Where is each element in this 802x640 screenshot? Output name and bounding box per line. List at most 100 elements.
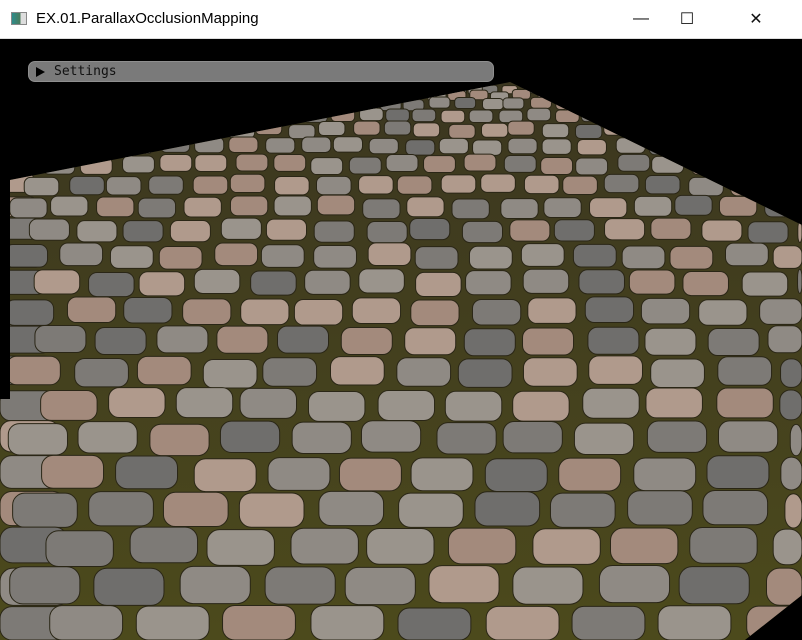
cobblestone <box>732 99 755 112</box>
cobblestone <box>615 137 646 154</box>
maximize-button[interactable]: ☐ <box>664 0 710 38</box>
cobblestone <box>465 270 512 296</box>
cobblestone <box>45 530 114 567</box>
cobblestone <box>60 90 80 101</box>
render-viewport[interactable]: Settings <box>0 39 802 640</box>
settings-panel-header[interactable]: Settings <box>28 61 494 82</box>
cobblestone <box>772 528 802 566</box>
cobblestone <box>778 84 795 94</box>
cobblestone <box>44 109 69 123</box>
cobblestone <box>502 97 525 110</box>
cobblestone <box>238 492 305 528</box>
cobblestone <box>156 325 209 354</box>
cobblestone <box>179 565 251 605</box>
cobblestone <box>474 491 541 527</box>
cobblestone <box>0 122 27 138</box>
cobblestone <box>229 173 266 194</box>
cobblestone <box>630 86 647 96</box>
cobblestone <box>764 196 802 218</box>
cobblestone <box>772 245 802 269</box>
cobblestone <box>701 219 743 242</box>
cobblestone <box>657 605 732 640</box>
cobblestone <box>0 138 30 155</box>
cobblestone <box>575 157 609 176</box>
cobblestone <box>451 198 490 220</box>
cobblestone <box>541 138 572 155</box>
close-button[interactable]: ✕ <box>710 0 802 38</box>
cobblestone <box>185 107 210 121</box>
cobblestone <box>760 84 777 94</box>
cobblestone <box>300 84 318 94</box>
cobblestone <box>340 326 393 355</box>
cobblestone <box>131 85 148 95</box>
cobblestone <box>582 387 640 419</box>
cobblestone <box>175 387 234 419</box>
cobblestone <box>648 138 679 156</box>
cobblestone <box>34 324 87 354</box>
cobblestone <box>629 95 652 108</box>
cobblestone <box>667 121 695 137</box>
cobblestone <box>580 98 603 111</box>
cobblestone <box>107 96 130 109</box>
cobblestone <box>23 176 60 197</box>
cobblestone <box>219 420 281 454</box>
cobblestone <box>727 155 761 174</box>
cobblestone <box>313 244 357 269</box>
cobblestone <box>358 175 394 195</box>
cobblestone <box>698 299 748 326</box>
cobblestone <box>716 387 774 419</box>
cobblestone <box>220 217 262 240</box>
cobblestone <box>160 136 191 153</box>
cobblestone <box>751 87 771 99</box>
cobblestone <box>108 387 166 419</box>
cobblestone <box>129 526 199 564</box>
cobblestone <box>461 220 503 244</box>
cobblestone <box>137 197 177 219</box>
cobblestone <box>193 268 241 295</box>
cobblestone <box>66 120 95 136</box>
cobblestone <box>211 89 231 101</box>
minimize-button[interactable]: — <box>618 0 664 38</box>
cobblestone <box>202 359 258 389</box>
cobblestone <box>40 84 58 94</box>
cobblestone <box>79 156 113 175</box>
cobblestone <box>7 423 68 456</box>
cobblestone <box>587 326 640 355</box>
cobblestone <box>16 110 42 124</box>
cobblestone <box>650 217 692 240</box>
cobblestone <box>674 194 713 216</box>
cobblestone <box>332 136 363 153</box>
cobblestone <box>241 108 267 122</box>
cobblestone <box>9 197 48 219</box>
cobblestone <box>779 389 802 421</box>
cobblestone <box>731 88 751 100</box>
cobblestone <box>780 456 802 491</box>
cobblestone <box>366 528 435 565</box>
cobblestone <box>138 271 186 297</box>
cobblestone <box>755 108 781 122</box>
cobblestone <box>93 567 165 606</box>
cobblestone <box>134 121 162 137</box>
cobblestone <box>94 327 147 356</box>
cobblestone <box>423 155 456 174</box>
cobblestone <box>415 271 462 298</box>
cobblestone <box>777 87 797 99</box>
cobblestone <box>409 86 426 96</box>
cobblestone <box>274 175 310 196</box>
cobblestone <box>669 245 714 270</box>
cobblestone <box>327 96 350 109</box>
cobblestone <box>571 605 646 640</box>
cobblestone <box>708 86 725 97</box>
cobblestone <box>255 96 278 109</box>
cobblestone <box>273 154 307 172</box>
cobblestone <box>301 136 332 153</box>
cobblestone <box>227 84 245 95</box>
cobblestone <box>410 457 474 492</box>
cobblestone <box>549 492 616 528</box>
settings-label: Settings <box>54 64 117 79</box>
cobblestone <box>639 109 665 123</box>
cobblestone <box>96 196 135 218</box>
cobblestone <box>192 120 220 136</box>
cobblestone <box>2 85 20 95</box>
cobblestone <box>121 88 141 100</box>
